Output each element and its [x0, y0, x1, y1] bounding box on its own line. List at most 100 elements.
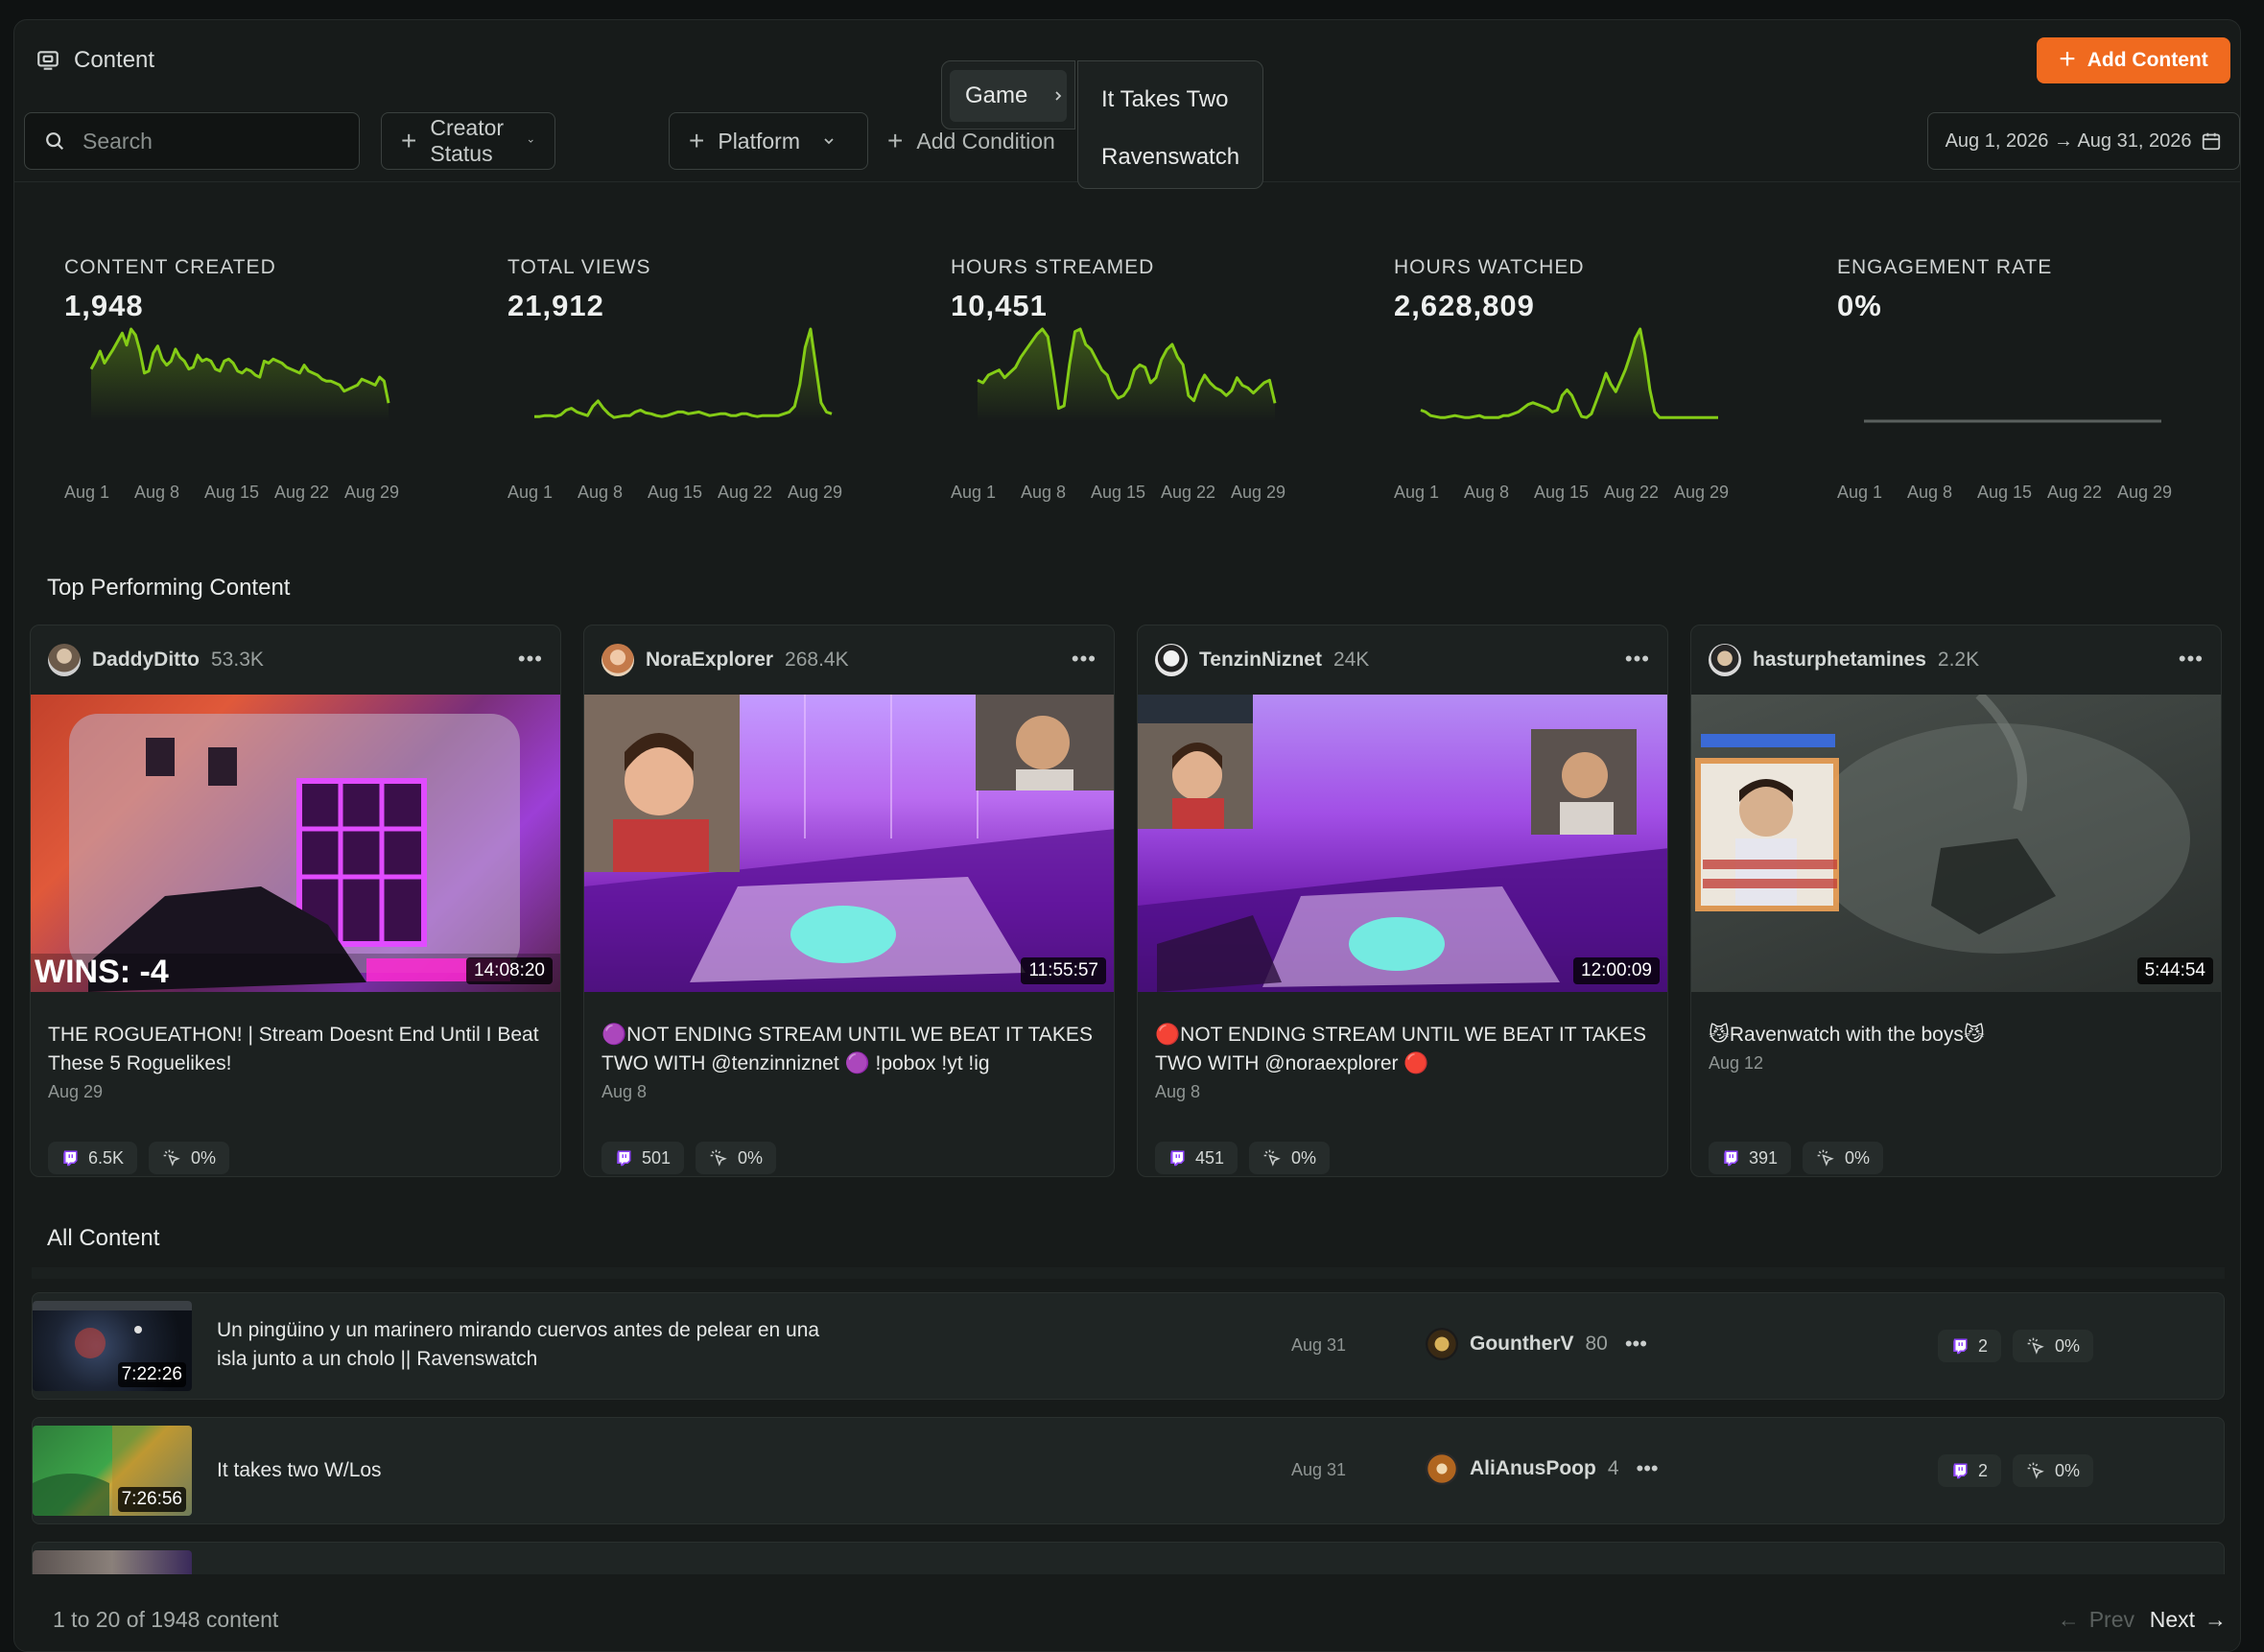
- sparkline-area: [91, 329, 389, 421]
- date-range-picker[interactable]: Aug 1, 2026 → Aug 31, 2026: [1927, 112, 2240, 170]
- add-condition-label: Add Condition: [916, 128, 1055, 153]
- engagement-badge: 0%: [1803, 1142, 1884, 1174]
- avatar[interactable]: [1426, 1452, 1458, 1485]
- next-page-button[interactable]: Next →: [2150, 1607, 2227, 1633]
- click-icon: [1263, 1149, 1281, 1167]
- video-duration: 12:00:09: [1573, 957, 1660, 984]
- click-icon: [163, 1149, 180, 1167]
- row-thumbnail[interactable]: [33, 1550, 192, 1574]
- sparkline-chart: [1420, 327, 1718, 421]
- row-thumbnail[interactable]: 7:26:56: [33, 1426, 192, 1516]
- plus-icon: +: [401, 126, 417, 155]
- stats-row: 6.5K 0%: [48, 1142, 230, 1174]
- creator-name[interactable]: GountherV: [1470, 1333, 1574, 1356]
- menu-option-it-takes-two[interactable]: It Takes Two: [1078, 71, 1262, 129]
- video-thumbnail[interactable]: 11:55:57: [584, 695, 1114, 992]
- video-thumbnail[interactable]: 5:44:54: [1691, 695, 2221, 992]
- views-count: 451: [1195, 1147, 1225, 1168]
- table-row[interactable]: [32, 1542, 2225, 1574]
- content-title[interactable]: 🟣NOT ENDING STREAM UNTIL WE BEAT IT TAKE…: [601, 1021, 1098, 1078]
- arrow-left-icon: ←: [2057, 1607, 2080, 1632]
- content-card[interactable]: DaddyDitto 53.3K ••• WINS: -4 14:08:20 T…: [30, 625, 561, 1177]
- tick-label: Aug 29: [1231, 483, 1286, 502]
- tick-label: Aug 1: [1837, 483, 1883, 502]
- follower-count: 53.3K: [211, 649, 264, 671]
- more-options-icon[interactable]: •••: [1625, 647, 1650, 672]
- prev-page-button[interactable]: ← Prev: [2058, 1607, 2134, 1633]
- creator-name[interactable]: TenzinNiznet: [1199, 649, 1322, 672]
- avatar[interactable]: [48, 644, 81, 676]
- sparkline-x-axis: Aug 1 Aug 8 Aug 15 Aug 22 Aug 29: [64, 483, 429, 503]
- creator-name[interactable]: NoraExplorer: [646, 649, 773, 672]
- sparkline-x-axis: Aug 1 Aug 8 Aug 15 Aug 22 Aug 29: [1837, 483, 2202, 503]
- content-title[interactable]: 😼Ravenwatch with the boys😼: [1709, 1021, 2205, 1050]
- add-content-button[interactable]: + Add Content: [2037, 37, 2230, 83]
- metric-label: CONTENT CREATED: [64, 256, 276, 278]
- views-badge: 391: [1709, 1142, 1792, 1174]
- row-title[interactable]: It takes two W/Los: [217, 1456, 831, 1485]
- click-icon: [2027, 1462, 2044, 1479]
- tick-label: Aug 22: [1604, 483, 1660, 502]
- page-title: Content: [74, 47, 155, 73]
- stats-row: 2 0%: [1938, 1330, 2094, 1362]
- content-card[interactable]: NoraExplorer 268.4K ••• 11:55:57 🟣NOT EN…: [583, 625, 1115, 1177]
- more-options-icon[interactable]: •••: [1072, 647, 1097, 672]
- plus-icon: +: [887, 126, 904, 155]
- menu-option-ravenswatch[interactable]: Ravenswatch: [1078, 129, 1262, 186]
- tick-label: Aug 15: [1534, 483, 1590, 502]
- search-box[interactable]: [24, 112, 360, 170]
- tick-label: Aug 15: [204, 483, 260, 502]
- more-options-icon[interactable]: •••: [518, 647, 543, 672]
- engagement-badge: 0%: [2013, 1454, 2094, 1487]
- content-icon: [37, 51, 59, 70]
- menu-item-label: Game: [965, 83, 1028, 108]
- row-title[interactable]: Un pingüino y un marinero mirando cuervo…: [217, 1316, 831, 1374]
- pagination-footer: 1 to 20 of 1948 content ← Prev Next →: [14, 1574, 2240, 1651]
- more-options-icon[interactable]: •••: [1625, 1332, 1647, 1357]
- stats-row: 391 0%: [1709, 1142, 1884, 1174]
- next-label: Next: [2149, 1607, 2195, 1632]
- avatar[interactable]: [1709, 644, 1741, 676]
- platform-label: Platform: [718, 128, 800, 153]
- table-row[interactable]: 7:22:26 Un pingüino y un marinero mirand…: [32, 1292, 2225, 1400]
- platform-filter[interactable]: + Platform: [669, 112, 868, 170]
- creator-name[interactable]: DaddyDitto: [92, 649, 200, 672]
- video-thumbnail[interactable]: 12:00:09: [1138, 695, 1667, 992]
- content-title[interactable]: 🔴NOT ENDING STREAM UNTIL WE BEAT IT TAKE…: [1155, 1021, 1652, 1078]
- stats-row: 451 0%: [1155, 1142, 1331, 1174]
- row-thumbnail[interactable]: 7:22:26: [33, 1301, 192, 1391]
- search-input[interactable]: [83, 128, 322, 154]
- metric-value: 0%: [1837, 289, 1882, 322]
- tick-label: Aug 8: [1021, 483, 1067, 502]
- metric-value: 1,948: [64, 289, 144, 322]
- twitch-icon: [617, 1150, 631, 1167]
- more-options-icon[interactable]: •••: [1637, 1456, 1659, 1481]
- avatar[interactable]: [1426, 1328, 1458, 1360]
- video-thumbnail[interactable]: WINS: -4 14:08:20: [31, 695, 560, 992]
- content-title[interactable]: THE ROGUEATHON! | Stream Doesnt End Unti…: [48, 1021, 545, 1078]
- tick-label: Aug 1: [951, 483, 997, 502]
- creator-status-filter[interactable]: + Creator Status: [381, 112, 555, 170]
- video-duration: 14:08:20: [466, 957, 553, 984]
- tick-label: Aug 15: [1977, 483, 2033, 502]
- follower-count: 268.4K: [785, 649, 849, 671]
- avatar[interactable]: [1155, 644, 1188, 676]
- menu-item-game[interactable]: Game: [950, 70, 1067, 122]
- content-card[interactable]: hasturphetamines 2.2K ••• 5:44:54 😼Raven…: [1690, 625, 2222, 1177]
- prev-label: Prev: [2088, 1607, 2134, 1632]
- add-content-label: Add Content: [2087, 49, 2208, 71]
- creator-name[interactable]: hasturphetamines: [1753, 649, 1926, 672]
- tick-label: Aug 15: [1091, 483, 1146, 502]
- card-header: hasturphetamines 2.2K: [1709, 643, 2207, 677]
- content-card[interactable]: TenzinNiznet 24K ••• 12:00:09 🔴NOT ENDIN…: [1137, 625, 1668, 1177]
- video-duration: 11:55:57: [1021, 957, 1106, 984]
- more-options-icon[interactable]: •••: [2179, 647, 2204, 672]
- creator-name[interactable]: AliAnusPoop: [1470, 1457, 1596, 1480]
- plus-icon: +: [689, 126, 705, 155]
- table-row[interactable]: 7:26:56 It takes two W/Los Aug 31 AliAnu…: [32, 1417, 2225, 1524]
- card-header: TenzinNiznet 24K: [1155, 643, 1654, 677]
- follower-count: 4: [1607, 1457, 1619, 1479]
- video-duration: 7:22:26: [117, 1362, 186, 1387]
- avatar[interactable]: [601, 644, 634, 676]
- tick-label: Aug 8: [134, 483, 180, 502]
